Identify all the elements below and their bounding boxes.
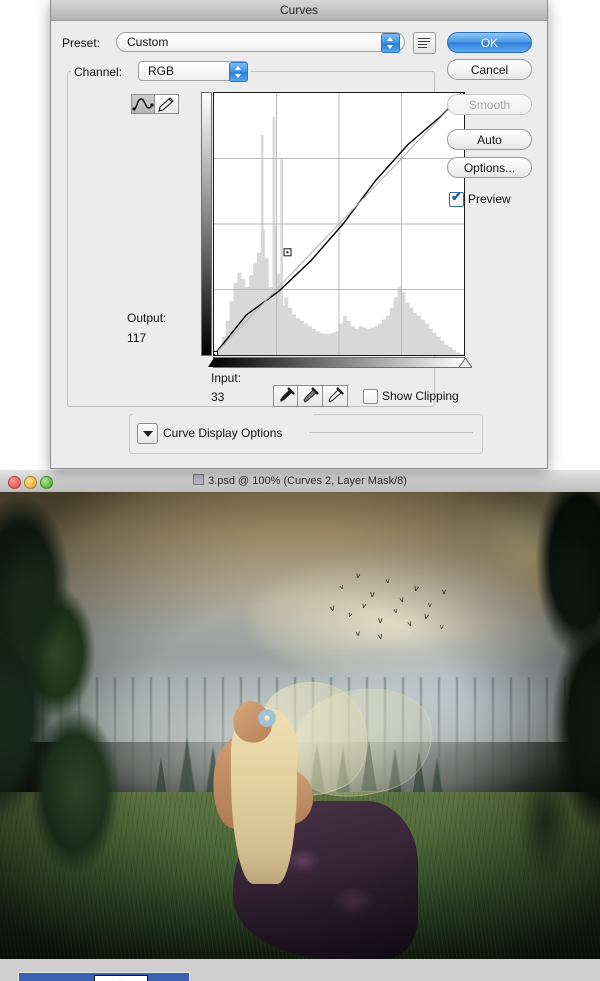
layer-thumbnail-overlay[interactable]: ••• [18, 972, 190, 981]
input-label: Input: [211, 371, 242, 385]
white-point-marker[interactable] [459, 358, 472, 368]
show-clipping-checkbox[interactable] [363, 389, 378, 404]
output-label: Output: [127, 311, 167, 325]
document-title-text: 3.psd @ 100% (Curves 2, Layer Mask/8) [208, 475, 407, 487]
curve-graph[interactable] [213, 92, 465, 356]
curve-tool-icon[interactable] [131, 94, 155, 114]
stepper-up-icon [387, 37, 393, 41]
dialog-titlebar[interactable]: Curves [51, 0, 547, 21]
black-point-eyedropper-icon[interactable] [273, 385, 298, 407]
stepper-down-icon [235, 74, 241, 78]
curve-display-options-label: Curve Display Options [163, 426, 283, 440]
ok-button[interactable]: OK [447, 32, 532, 53]
document-icon [193, 474, 205, 485]
channel-stepper[interactable] [229, 62, 248, 82]
pencil-tool-icon[interactable] [155, 94, 179, 114]
auto-button[interactable]: Auto [447, 129, 532, 150]
vignette [0, 492, 600, 959]
document-title: 3.psd @ 100% (Curves 2, Layer Mask/8) [0, 470, 600, 492]
curves-dialog: Curves Preset: Custom Channel: RGB Outpu… [50, 0, 548, 469]
chevron-down-icon[interactable] [137, 423, 158, 444]
output-value[interactable]: 117 [127, 331, 146, 345]
document-window: 3.psd @ 100% (Curves 2, Layer Mask/8) vv… [0, 470, 600, 981]
screen: 3.psd @ 100% (Curves 2, Layer Mask/8) vv… [0, 0, 600, 981]
layer-mask-thumbnail[interactable] [94, 975, 148, 981]
smooth-button: Smooth [447, 94, 532, 115]
document-titlebar[interactable]: 3.psd @ 100% (Curves 2, Layer Mask/8) [0, 470, 600, 493]
preset-select[interactable]: Custom [116, 32, 405, 52]
show-clipping-label: Show Clipping [382, 389, 459, 403]
preview-label: Preview [468, 192, 511, 206]
gray-point-eyedropper-icon[interactable] [298, 385, 323, 407]
input-gradient-bar [213, 357, 465, 368]
cancel-button[interactable]: Cancel [447, 59, 532, 80]
input-value[interactable]: 33 [211, 390, 224, 404]
black-point-marker[interactable] [208, 358, 220, 367]
preset-stepper[interactable] [381, 33, 400, 53]
white-point-eyedropper-icon[interactable] [323, 385, 348, 407]
checkmark-icon: ✔ [451, 189, 462, 204]
options-button[interactable]: Options... [447, 157, 532, 178]
image-canvas[interactable]: vvvvvvvvvvvvvvvvvv [0, 492, 600, 959]
curve-display-options-gap [133, 414, 313, 424]
curve-display-options-rule [309, 432, 473, 433]
dialog-title: Curves [279, 3, 318, 17]
preview-checkbox[interactable]: ✔ [449, 189, 464, 207]
stepper-up-icon [235, 66, 241, 70]
preset-label: Preset: [62, 36, 101, 50]
preset-menu-icon[interactable] [413, 32, 436, 54]
channel-label: Channel: [74, 65, 123, 79]
output-gradient-bar [201, 92, 212, 356]
stepper-down-icon [387, 45, 393, 49]
